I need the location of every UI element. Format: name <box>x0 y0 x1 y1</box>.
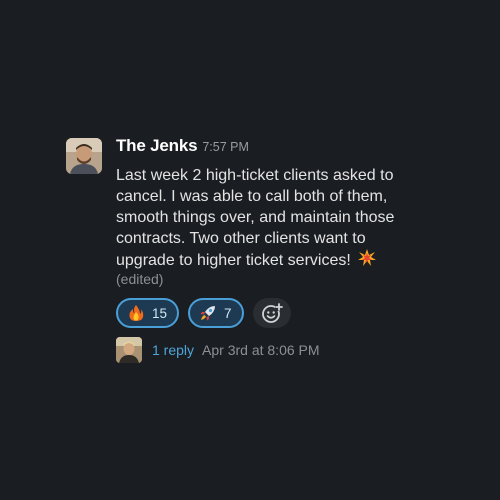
author-avatar[interactable] <box>66 138 102 174</box>
replier-avatar <box>116 337 142 363</box>
add-reaction-icon <box>261 303 283 323</box>
fire-icon <box>127 304 145 322</box>
reaction-rocket[interactable]: 7 <box>188 298 244 328</box>
message-header: The Jenks 7:57 PM <box>116 136 446 162</box>
reaction-fire[interactable]: 15 <box>116 298 180 328</box>
message-text: Last week 2 high-ticket clients asked to… <box>116 167 395 269</box>
reaction-count: 15 <box>152 305 168 321</box>
reactions-bar: 15 7 <box>116 298 446 328</box>
message-timestamp[interactable]: 7:57 PM <box>202 140 249 154</box>
message-content: The Jenks 7:57 PM Last week 2 high-ticke… <box>116 136 446 363</box>
author-name[interactable]: The Jenks <box>116 136 198 156</box>
rocket-icon <box>199 304 217 322</box>
last-reply-time: Apr 3rd at 8:06 PM <box>202 342 320 358</box>
edited-label: (edited) <box>116 271 164 287</box>
message-body: Last week 2 high-ticket clients asked to… <box>116 165 426 288</box>
collision-icon <box>358 249 377 267</box>
add-reaction-button[interactable] <box>252 298 291 328</box>
thread-summary[interactable]: 1 reply Apr 3rd at 8:06 PM <box>116 337 446 363</box>
reply-count-link[interactable]: 1 reply <box>152 342 194 358</box>
reaction-count: 7 <box>224 305 232 321</box>
